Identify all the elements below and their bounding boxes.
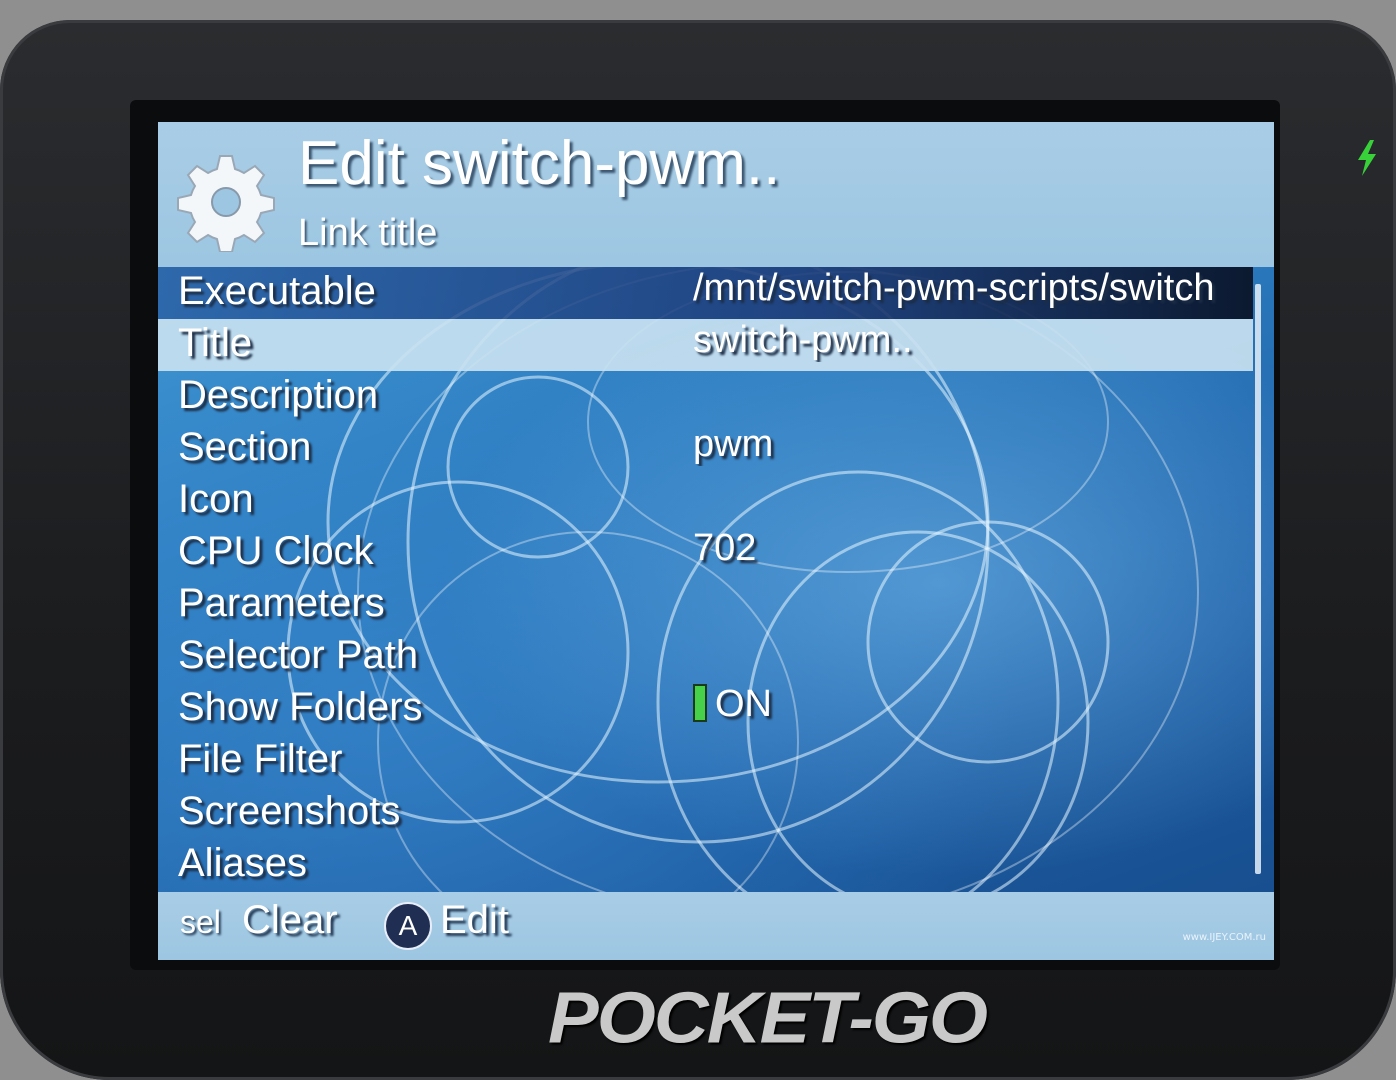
- scrollbar[interactable]: [1255, 284, 1261, 874]
- watermark-credit: www.IJEY.COM.ru: [1182, 932, 1266, 943]
- screen: Edit switch-pwm.. Link title Executable …: [158, 122, 1274, 960]
- charging-indicator-icon: [1358, 140, 1376, 176]
- setting-label: Executable: [178, 269, 376, 313]
- setting-row-executable[interactable]: Executable /mnt/switch-pwm-scripts/switc…: [158, 267, 1253, 319]
- page-subtitle: Link title: [298, 212, 438, 254]
- setting-row-section[interactable]: Section pwm: [158, 423, 1253, 475]
- setting-row-description[interactable]: Description: [158, 371, 1253, 423]
- setting-row-icon[interactable]: Icon: [158, 475, 1253, 527]
- setting-label: Description: [178, 373, 379, 417]
- footer-hints: sel Clear A Edit www.IJEY.COM.ru: [158, 892, 1274, 960]
- setting-row-show-folders[interactable]: Show Folders ON: [158, 683, 1253, 735]
- setting-row-file-filter[interactable]: File Filter: [158, 735, 1253, 787]
- setting-value: switch-pwm..: [693, 319, 913, 361]
- setting-row-aliases[interactable]: Aliases: [158, 839, 1253, 891]
- settings-list: Executable /mnt/switch-pwm-scripts/switc…: [158, 267, 1274, 891]
- toggle-on-indicator: [693, 683, 707, 722]
- setting-row-selector-path[interactable]: Selector Path: [158, 631, 1253, 683]
- setting-toggle[interactable]: ON: [693, 683, 1253, 726]
- setting-label: Aliases: [178, 841, 307, 885]
- edit-hint-label: Edit: [440, 898, 509, 942]
- setting-label: Title: [178, 321, 253, 365]
- setting-label: File Filter: [178, 737, 343, 781]
- setting-label: Parameters: [178, 581, 385, 625]
- device-brand-logo: POCKET-GO: [548, 978, 988, 1059]
- setting-value: /mnt/switch-pwm-scripts/switch: [693, 267, 1215, 309]
- setting-value: 702: [693, 527, 757, 569]
- setting-row-title[interactable]: Title switch-pwm..: [158, 319, 1253, 371]
- setting-row-screenshots[interactable]: Screenshots: [158, 787, 1253, 839]
- setting-value: pwm: [693, 423, 774, 465]
- sel-button-icon: sel: [180, 904, 221, 940]
- page-title: Edit switch-pwm..: [298, 129, 781, 198]
- a-button-icon: A: [384, 902, 432, 950]
- setting-row-parameters[interactable]: Parameters: [158, 579, 1253, 631]
- setting-label: Section: [178, 425, 312, 469]
- clear-hint-label: Clear: [242, 898, 338, 942]
- setting-label: Icon: [178, 477, 254, 521]
- gear-icon: [177, 155, 275, 252]
- setting-label: Selector Path: [178, 633, 419, 677]
- setting-label: CPU Clock: [178, 529, 374, 573]
- setting-label: Screenshots: [178, 789, 401, 833]
- setting-row-cpu-clock[interactable]: CPU Clock 702: [158, 527, 1253, 579]
- header: Edit switch-pwm.. Link title: [158, 122, 1274, 267]
- setting-label: Show Folders: [178, 685, 423, 729]
- toggle-state: ON: [715, 683, 772, 725]
